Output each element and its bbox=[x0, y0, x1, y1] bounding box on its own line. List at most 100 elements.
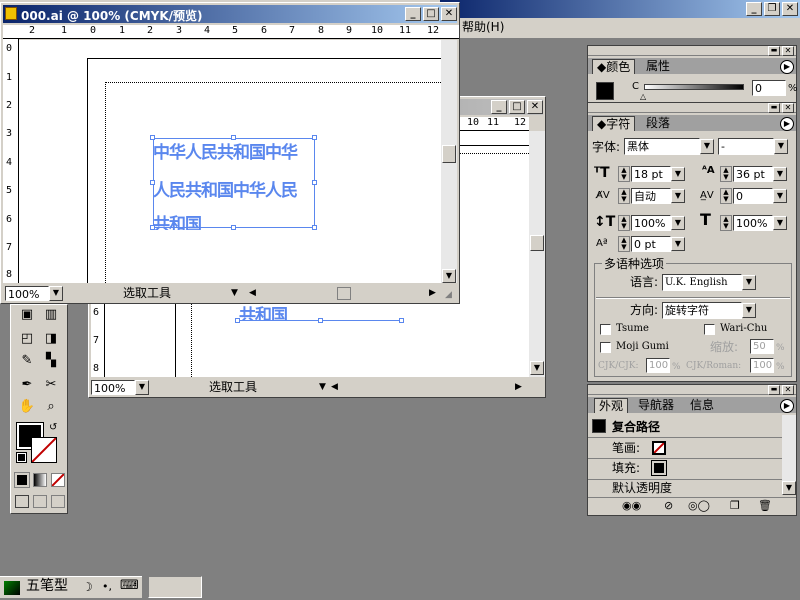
duplicate-item-icon[interactable]: ❐ bbox=[730, 499, 740, 512]
color-value-field[interactable]: 0 bbox=[752, 80, 786, 96]
doc-front-hscroll-thumb[interactable] bbox=[337, 287, 351, 300]
selection-handle[interactable] bbox=[150, 225, 155, 230]
gradient-mode-button[interactable] bbox=[33, 473, 47, 487]
vertical-scale-field[interactable]: 100% bbox=[631, 215, 671, 231]
appearance-scroll-down-button[interactable]: ▼ bbox=[782, 481, 796, 495]
font-style-select[interactable]: - bbox=[718, 138, 774, 155]
horizontal-scale-spinner[interactable]: ▲ ▼ bbox=[720, 215, 732, 231]
scissors-tool-icon[interactable]: ✂ bbox=[41, 375, 61, 395]
selection-handle[interactable] bbox=[231, 225, 236, 230]
resize-grip-icon[interactable]: ◢ bbox=[445, 288, 452, 302]
panel-menu-button[interactable]: ▶ bbox=[780, 117, 794, 131]
ime-logo-icon[interactable] bbox=[4, 581, 20, 595]
selection-handle[interactable] bbox=[312, 180, 317, 185]
vertical-scale-dropdown[interactable]: ▼ bbox=[671, 216, 685, 230]
knife-tool-icon[interactable]: ✒ bbox=[17, 375, 37, 395]
tab-color[interactable]: ◆颜色 bbox=[592, 59, 636, 74]
font-style-dropdown[interactable]: ▼ bbox=[774, 139, 788, 154]
language-dropdown[interactable]: ▼ bbox=[742, 275, 756, 290]
color-panel-close-button[interactable]: ✕ bbox=[782, 46, 794, 56]
doc-front-canvas[interactable]: 中华人民共和国中华 人民共和国中华人民 共和国 bbox=[19, 40, 441, 283]
doc-back-minimize-button[interactable]: _ bbox=[491, 100, 507, 114]
default-colors-icon[interactable] bbox=[16, 452, 27, 463]
doc-front-text-line-3[interactable]: 共和国 bbox=[153, 210, 213, 230]
tab-navigator[interactable]: 导航器 bbox=[634, 398, 679, 413]
selection-handle[interactable] bbox=[150, 135, 155, 140]
screen-mode-menu-button[interactable] bbox=[33, 495, 47, 508]
leading-spinner[interactable]: ▲ ▼ bbox=[720, 166, 732, 182]
font-family-dropdown[interactable]: ▼ bbox=[700, 139, 714, 154]
tracking-dropdown[interactable]: ▼ bbox=[773, 189, 787, 203]
swap-colors-icon[interactable]: ↺ bbox=[49, 421, 57, 435]
taskbar-empty-slot[interactable] bbox=[148, 576, 202, 598]
selection-handle[interactable] bbox=[318, 318, 323, 323]
font-size-dropdown[interactable]: ▼ bbox=[671, 167, 685, 181]
selection-handle[interactable] bbox=[312, 225, 317, 230]
ime-keyboard-icon[interactable]: ⌨ bbox=[120, 579, 139, 593]
gradient-tool-icon[interactable]: ◨ bbox=[41, 329, 61, 349]
doc-window-front[interactable]: 000.ai @ 100% (CMYK/预览) _ □ ✕ 2 1 0 1 2 … bbox=[0, 2, 460, 304]
doc-back-scroll-down-button[interactable]: ▼ bbox=[530, 361, 544, 375]
wari-chu-checkbox[interactable] bbox=[704, 324, 715, 335]
panel-menu-button[interactable]: ▶ bbox=[780, 60, 794, 74]
doc-back-status-arrow-icon[interactable]: ▼ bbox=[319, 380, 326, 394]
panel-menu-button[interactable]: ▶ bbox=[780, 399, 794, 413]
tab-character[interactable]: ◆字符 bbox=[592, 116, 636, 131]
hand-tool-icon[interactable]: ✋ bbox=[17, 397, 37, 417]
kerning-field[interactable]: 自动 bbox=[631, 188, 671, 204]
leading-field[interactable]: 36 pt bbox=[733, 166, 773, 182]
zoom-tool-icon[interactable]: ⌕ bbox=[41, 397, 61, 417]
ime-name[interactable]: 五笔型 bbox=[26, 579, 68, 593]
doc-back-zoom-dropdown[interactable]: ▼ bbox=[135, 380, 149, 395]
stroke-none-swatch[interactable] bbox=[652, 441, 666, 455]
stroke-color-swatch[interactable] bbox=[31, 437, 57, 463]
selection-handle[interactable] bbox=[312, 135, 317, 140]
menu-help[interactable]: 帮助(H) bbox=[462, 20, 504, 34]
tracking-field[interactable]: 0 bbox=[733, 188, 773, 204]
selection-handle[interactable] bbox=[150, 180, 155, 185]
doc-front-status-arrow-icon[interactable]: ▼ bbox=[231, 286, 238, 300]
eyedropper-tool-icon[interactable]: ✎ bbox=[17, 351, 37, 371]
kerning-dropdown[interactable]: ▼ bbox=[671, 189, 685, 203]
screen-mode-standard-button[interactable] bbox=[15, 495, 29, 508]
color-panel-fill-swatch[interactable] bbox=[596, 82, 614, 100]
font-family-select[interactable]: 黑体 bbox=[624, 138, 700, 155]
horizontal-scale-field[interactable]: 100% bbox=[733, 215, 773, 231]
app-close-button[interactable]: ✕ bbox=[782, 2, 798, 16]
doc-front-scroll-right-icon[interactable]: ▶ bbox=[429, 286, 436, 300]
paint-bucket-tool-icon[interactable]: ▚ bbox=[41, 351, 61, 371]
appearance-panel-close-button[interactable]: ✕ bbox=[782, 385, 794, 395]
ime-halfwidth-icon[interactable]: ☽ bbox=[82, 580, 93, 594]
tsume-checkbox[interactable] bbox=[600, 324, 611, 335]
doc-back-scroll-thumb[interactable] bbox=[530, 235, 544, 251]
app-minimize-button[interactable]: _ bbox=[746, 2, 762, 16]
color-mode-button[interactable] bbox=[14, 472, 30, 488]
vertical-scale-spinner[interactable]: ▲ ▼ bbox=[618, 215, 630, 231]
blend-tool-icon[interactable]: ◰ bbox=[17, 329, 37, 349]
fill-black-swatch[interactable] bbox=[651, 460, 667, 476]
selection-handle[interactable] bbox=[399, 318, 404, 323]
reduce-basic-appearance-icon[interactable]: ◎◯ bbox=[688, 499, 710, 512]
moji-gumi-checkbox[interactable] bbox=[600, 342, 611, 353]
doc-front-minimize-button[interactable]: _ bbox=[405, 7, 421, 21]
horizontal-scale-dropdown[interactable]: ▼ bbox=[773, 216, 787, 230]
font-size-spinner[interactable]: ▲ ▼ bbox=[618, 166, 630, 182]
doc-front-zoom-field[interactable]: 100% bbox=[5, 286, 49, 301]
new-art-maintains-icon[interactable]: ◉◉ bbox=[622, 499, 641, 512]
doc-back-vscroll[interactable] bbox=[529, 131, 545, 377]
doc-front-close-button[interactable]: ✕ bbox=[441, 7, 457, 21]
doc-back-scroll-left-icon[interactable]: ◀ bbox=[331, 380, 338, 394]
baseline-shift-spinner[interactable]: ▲ ▼ bbox=[618, 236, 630, 252]
doc-back-scroll-right-icon[interactable]: ▶ bbox=[515, 380, 522, 394]
leading-dropdown[interactable]: ▼ bbox=[773, 167, 787, 181]
tab-appearance[interactable]: 外观 bbox=[594, 398, 629, 413]
doc-front-scroll-left-icon[interactable]: ◀ bbox=[249, 286, 256, 300]
graph-tool-icon[interactable]: ▥ bbox=[41, 305, 61, 325]
ime-punctuation-icon[interactable]: •, bbox=[102, 580, 112, 594]
clear-appearance-icon[interactable]: ⊘ bbox=[664, 499, 673, 512]
color-slider-track[interactable] bbox=[644, 84, 744, 90]
appearance-panel-minimize-button[interactable]: ▬ bbox=[768, 385, 780, 395]
tracking-spinner[interactable]: ▲ ▼ bbox=[720, 188, 732, 204]
doc-front-scroll-down-button[interactable]: ▼ bbox=[442, 269, 456, 283]
baseline-shift-dropdown[interactable]: ▼ bbox=[671, 237, 685, 251]
